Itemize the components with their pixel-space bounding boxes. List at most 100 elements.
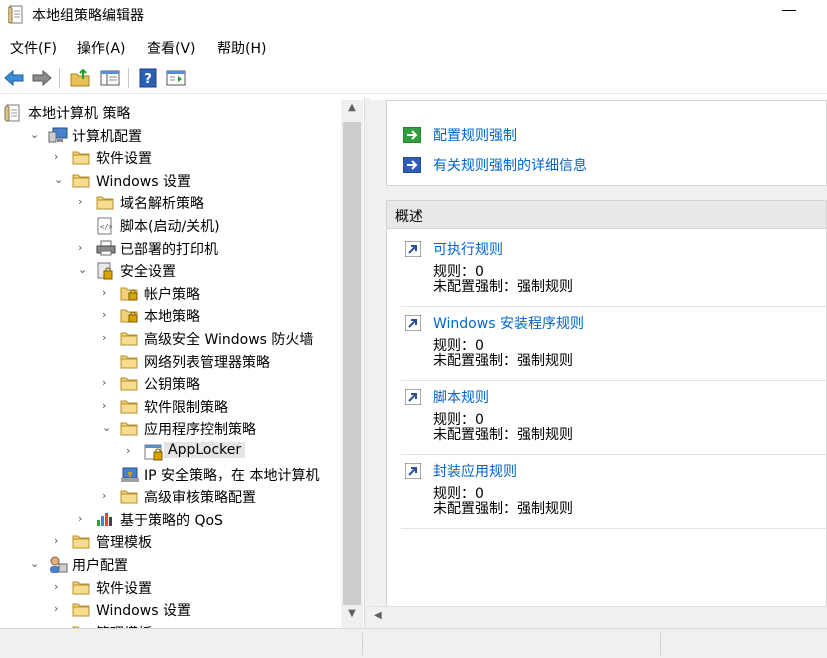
details-pane: 配置规则强制 有关规则强制的详细信息 概述 可执行规则 规则：0 未配置强制：强… (370, 100, 827, 628)
tree-item[interactable]: › 软件限制策略 (0, 396, 340, 418)
menu-view[interactable]: 查看(V) (147, 38, 196, 58)
tree-item[interactable]: ⌄ 安全设置 (0, 260, 340, 282)
chevron-right-icon[interactable]: › (78, 195, 90, 209)
show-hide-tree-button[interactable] (98, 66, 122, 90)
help-button[interactable]: ? (136, 66, 160, 90)
folder-icon (72, 601, 90, 617)
tree-item[interactable]: ⌄ Windows 设置 (0, 170, 340, 192)
chevron-right-icon[interactable]: › (102, 331, 114, 345)
chevron-down-icon[interactable]: ⌄ (78, 263, 90, 277)
tree-item-label: 应用程序控制策略 (144, 422, 256, 439)
tree-item[interactable]: › 软件设置 (0, 147, 340, 169)
tree-item[interactable]: › 软件设置 (0, 577, 340, 599)
scroll-up-icon[interactable]: ▲ (341, 102, 363, 120)
tree-item[interactable]: › 高级安全 Windows 防火墙 (0, 328, 340, 350)
tree-item-label: Windows 设置 (96, 173, 191, 190)
tree-item-label: 域名解析策略 (120, 196, 204, 213)
details-horizontal-scrollbar[interactable]: ◀ (370, 606, 827, 628)
up-one-level-button[interactable] (68, 66, 92, 90)
tree-item[interactable]: › 域名解析策略 (0, 192, 340, 214)
shortcut-arrow-icon (405, 241, 421, 257)
tree-item-label: AppLocker (164, 442, 246, 458)
chevron-down-icon[interactable]: ⌄ (102, 421, 114, 435)
chevron-down-icon[interactable]: ⌄ (30, 128, 42, 142)
enforcement-status: 未配置强制：强制规则 (433, 427, 573, 443)
scroll-down-icon[interactable]: ▼ (341, 608, 363, 626)
tree-item[interactable]: › 公钥策略 (0, 373, 340, 395)
chevron-right-icon[interactable]: › (102, 489, 114, 503)
tree-vertical-scrollbar[interactable]: ▲ ▼ (341, 100, 363, 628)
tree-item[interactable]: › 高级审核策略配置 (0, 486, 340, 508)
tree-item-label: 高级审核策略配置 (144, 490, 256, 507)
printer-icon (96, 240, 116, 256)
rule-collection: 脚本规则 规则：0 未配置强制：强制规则 (401, 385, 827, 457)
help-icon: ? (139, 68, 157, 88)
overview-card: 概述 可执行规则 规则：0 未配置强制：强制规则 Windows 安装程序规则 … (386, 200, 827, 628)
tree-item-label: 已部署的打印机 (120, 241, 218, 258)
chevron-right-icon[interactable]: › (54, 150, 66, 164)
tree-item[interactable]: › 已部署的打印机 (0, 238, 340, 260)
tree-item-label: 基于策略的 QoS (120, 512, 223, 529)
applocker-icon (144, 443, 163, 461)
tree-item[interactable]: › Windows 设置 (0, 599, 340, 621)
chevron-right-icon[interactable]: › (102, 286, 114, 300)
tree-item[interactable]: › 帐户策略 (0, 283, 340, 305)
folder-icon (120, 398, 138, 414)
back-button[interactable] (2, 66, 26, 90)
forward-arrow-icon (32, 70, 52, 86)
rule-collection-link[interactable]: 脚本规则 (433, 387, 489, 407)
menu-bar: 文件(F) 操作(A) 查看(V) 帮助(H) (0, 36, 827, 60)
tree-item[interactable]: 网络列表管理器策略 (0, 351, 340, 373)
policy-editor-app-icon (8, 5, 23, 24)
chevron-right-icon[interactable]: › (78, 241, 90, 255)
tree-item-label: IP 安全策略，在 本地计算机 (144, 467, 320, 484)
chevron-down-icon[interactable]: ⌄ (54, 173, 66, 187)
menu-help[interactable]: 帮助(H) (217, 38, 266, 58)
chevron-down-icon[interactable]: ⌄ (30, 557, 42, 571)
minimize-button[interactable] (782, 10, 796, 11)
shortcut-arrow-icon (405, 315, 421, 331)
rule-collection-link[interactable]: 封装应用规则 (433, 461, 517, 481)
chevron-right-icon[interactable]: › (78, 512, 90, 526)
scrollbar-thumb[interactable] (343, 122, 361, 605)
scroll-left-icon[interactable]: ◀ (374, 610, 382, 621)
tree-item-label: 软件设置 (96, 151, 152, 168)
title-bar: 本地组策略编辑器 (0, 0, 827, 32)
chevron-right-icon[interactable]: › (102, 399, 114, 413)
chevron-right-icon[interactable]: › (102, 308, 114, 322)
rule-collection-link[interactable]: 可执行规则 (433, 239, 503, 259)
menu-file[interactable]: 文件(F) (10, 38, 57, 58)
chevron-right-icon[interactable]: › (54, 534, 66, 548)
console-tree[interactable]: 本地计算机 策略 ⌄ 计算机配置 › 软件设置 ⌄ Windows 设置 › 域名解析策略 </>… (0, 100, 364, 628)
forward-button[interactable] (30, 66, 54, 90)
chevron-right-icon[interactable]: › (126, 444, 138, 458)
tree-item-label: 帐户策略 (144, 286, 200, 303)
tree-item[interactable]: ⌄ 计算机配置 (0, 125, 340, 147)
properties-button[interactable] (164, 66, 188, 90)
rule-collection: 封装应用规则 规则：0 未配置强制：强制规则 (401, 459, 827, 531)
security-icon (96, 262, 114, 280)
shortcut-arrow-icon (405, 389, 421, 405)
tree-item[interactable]: ⌄ 应用程序控制策略 (0, 418, 340, 440)
tree-item[interactable]: › 管理模板 (0, 531, 340, 553)
chevron-right-icon[interactable]: › (54, 580, 66, 594)
tree-item[interactable]: ⌄ 用户配置 (0, 554, 340, 576)
menu-action[interactable]: 操作(A) (77, 38, 126, 58)
folder-icon (120, 488, 138, 504)
chevron-right-icon[interactable]: › (102, 376, 114, 390)
tree-item[interactable]: 本地计算机 策略 (0, 102, 340, 124)
tree-item[interactable]: </> 脚本(启动/关机) (0, 215, 340, 237)
tree-item[interactable]: › 基于策略的 QoS (0, 509, 340, 531)
enforcement-status: 未配置强制：强制规则 (433, 279, 573, 295)
folder-icon (72, 172, 90, 188)
tree-item[interactable]: › 本地策略 (0, 305, 340, 327)
rule-collection-link[interactable]: Windows 安装程序规则 (433, 313, 584, 333)
chevron-right-icon[interactable]: › (54, 602, 66, 616)
properties-icon (166, 70, 186, 86)
tree-item[interactable]: IP 安全策略，在 本地计算机 (0, 464, 340, 486)
tree-item[interactable]: › AppLocker (0, 441, 340, 463)
overview-header: 概述 (387, 201, 826, 229)
up-folder-icon (70, 69, 90, 87)
tree-item-label: 软件限制策略 (144, 399, 228, 416)
folder-icon (120, 420, 138, 436)
